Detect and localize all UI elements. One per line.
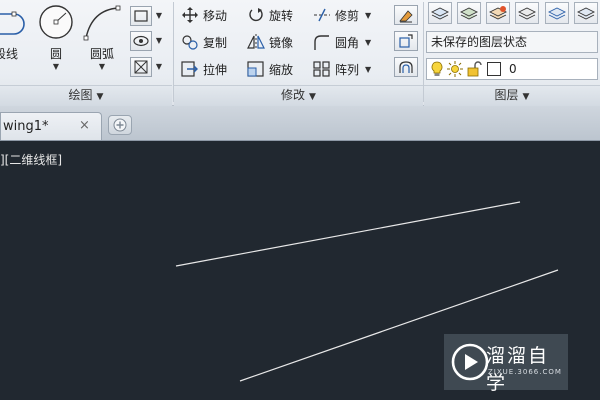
- new-tab-button[interactable]: [108, 115, 132, 135]
- polyline-button[interactable]: 多段线: [0, 2, 40, 80]
- trim-button[interactable]: 修剪 ▼: [313, 5, 371, 25]
- scale-icon: [247, 61, 264, 77]
- modify-panel-title[interactable]: 修改 ▼: [174, 85, 423, 106]
- layer-off-icon: [548, 7, 566, 20]
- layer-color-swatch[interactable]: [487, 62, 501, 76]
- mirror-label: 镜像: [269, 35, 294, 50]
- eye-icon: [133, 35, 149, 47]
- offset-icon: [399, 61, 413, 73]
- hatch-dropdown-icon[interactable]: ▼: [154, 31, 164, 51]
- trim-label: 修剪: [335, 8, 360, 23]
- modify-panel-expand-icon: ▼: [309, 92, 316, 102]
- layer-panel-title[interactable]: 图层 ▼: [424, 85, 600, 106]
- draw-panel-title[interactable]: 绘图 ▼: [0, 85, 172, 106]
- move-label: 移动: [203, 8, 228, 23]
- draw-panel-expand-icon: ▼: [96, 92, 104, 102]
- plus-icon: [113, 118, 127, 132]
- arc-icon: [83, 5, 121, 41]
- layer-isolate-icon: [489, 6, 507, 20]
- current-layer-name: 0: [509, 62, 517, 76]
- trim-icon: [314, 8, 330, 22]
- rotate-label: 旋转: [269, 8, 294, 23]
- circle-button[interactable]: 圆 ▼: [36, 2, 76, 80]
- layer-unisolate-icon: [518, 7, 536, 20]
- unlock-icon[interactable]: [466, 61, 482, 77]
- arc-dropdown-icon[interactable]: ▼: [82, 62, 122, 71]
- copy-button[interactable]: 复制: [181, 32, 227, 52]
- sun-icon[interactable]: [447, 61, 463, 77]
- move-icon: [182, 7, 198, 23]
- drawn-line[interactable]: [175, 201, 521, 267]
- move-button[interactable]: 移动: [181, 5, 227, 25]
- rectangle-dropdown-icon[interactable]: ▼: [154, 6, 164, 26]
- modify-panel-title-text: 修改: [281, 88, 306, 102]
- hatch-button[interactable]: [130, 31, 152, 51]
- arc-label: 圆弧: [89, 47, 114, 61]
- layer-state-button[interactable]: [457, 2, 481, 24]
- circle-dropdown-icon[interactable]: ▼: [36, 62, 76, 71]
- watermark-play-logo-icon: [451, 343, 489, 381]
- polyline-icon: [0, 11, 25, 35]
- arc-button[interactable]: 圆弧 ▼: [82, 2, 122, 80]
- rotate-button[interactable]: 旋转: [247, 5, 293, 25]
- layer-state-icon: [460, 7, 478, 20]
- close-tab-icon[interactable]: ×: [79, 118, 90, 133]
- stretch-icon: [181, 61, 198, 77]
- fillet-label: 圆角: [335, 35, 360, 50]
- explode-icon: [399, 34, 413, 48]
- scale-label: 缩放: [269, 62, 294, 77]
- current-layer-dropdown[interactable]: 0: [426, 58, 598, 80]
- document-tab-name: wing1*: [3, 119, 49, 134]
- draw-panel-title-text: 绘图: [68, 88, 93, 102]
- layer-properties-icon: [431, 7, 449, 20]
- watermark: 溜溜自学 ZIXUE.3066.COM: [444, 334, 568, 394]
- rectangle-button[interactable]: [130, 6, 152, 26]
- layer-isolate-button[interactable]: [486, 2, 510, 24]
- boundary-dropdown-icon[interactable]: ▼: [154, 57, 164, 77]
- document-tab-bar: wing1* ×: [0, 106, 600, 141]
- offset-button[interactable]: [394, 57, 418, 77]
- layer-state-dropdown[interactable]: 未保存的图层状态: [426, 31, 598, 53]
- boundary-button[interactable]: [130, 57, 152, 77]
- stretch-button[interactable]: 拉伸: [181, 59, 227, 79]
- fillet-icon: [314, 35, 329, 50]
- mirror-icon: [247, 34, 265, 50]
- eraser-icon: [399, 10, 413, 23]
- copy-icon: [182, 35, 198, 50]
- array-icon: [313, 61, 330, 77]
- erase-button[interactable]: [394, 5, 418, 25]
- trim-dropdown-icon[interactable]: ▼: [365, 11, 371, 20]
- layer-freeze-button[interactable]: [574, 2, 598, 24]
- copy-label: 复制: [203, 35, 228, 50]
- stretch-label: 拉伸: [203, 62, 228, 77]
- layer-properties-button[interactable]: [428, 2, 452, 24]
- layer-off-button[interactable]: [545, 2, 569, 24]
- rectangle-icon: [134, 10, 148, 22]
- mirror-button[interactable]: 镜像: [247, 32, 293, 52]
- rotate-icon: [249, 8, 263, 22]
- ribbon: 多段线 圆 ▼ 圆弧 ▼ ▼ ▼ ▼ 绘图▼ 移动: [0, 0, 600, 106]
- lightbulb-icon[interactable]: [430, 61, 444, 77]
- fillet-dropdown-icon[interactable]: ▼: [365, 38, 371, 47]
- layer-freeze-icon: [577, 7, 595, 20]
- array-button[interactable]: 阵列 ▼: [313, 59, 371, 79]
- layer-panel-expand-icon: ▼: [522, 92, 530, 102]
- layer-panel-title-text: 图层: [494, 88, 519, 102]
- explode-button[interactable]: [394, 31, 418, 51]
- circle-icon: [39, 5, 73, 39]
- watermark-url: ZIXUE.3066.COM: [488, 368, 562, 376]
- hatch-icon: [134, 60, 148, 74]
- array-dropdown-icon[interactable]: ▼: [365, 65, 371, 74]
- document-tab[interactable]: wing1* ×: [0, 112, 102, 140]
- layer-unisolate-button[interactable]: [515, 2, 539, 24]
- scale-button[interactable]: 缩放: [247, 59, 293, 79]
- array-label: 阵列: [335, 62, 360, 77]
- fillet-button[interactable]: 圆角 ▼: [313, 32, 371, 52]
